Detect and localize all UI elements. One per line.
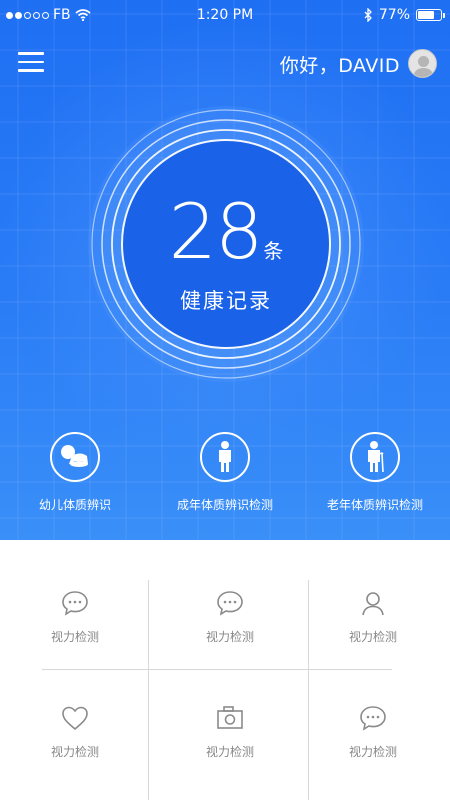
chat-bubble-icon (217, 591, 243, 616)
tool-grid: 视力检测 视力检测 视力检测 视力检测 视力检测 视力检测 (0, 540, 450, 800)
tool-vision-test-2[interactable]: 视力检测 (155, 588, 305, 698)
category-child[interactable]: 幼儿体质辨识 (0, 432, 150, 513)
tool-vision-test-6[interactable]: 视力检测 (298, 703, 448, 800)
bluetooth-icon (364, 8, 372, 22)
category-adult-label: 成年体质辨识检测 (176, 498, 273, 512)
status-right: 77% (364, 7, 445, 23)
chat-bubble-icon (62, 591, 88, 616)
tool-label: 视力检测 (205, 630, 254, 644)
chat-bubble-icon (360, 706, 386, 731)
record-count-unit: 条 (263, 239, 284, 263)
tool-label: 视力检测 (348, 745, 397, 759)
battery-percent: 77% (378, 7, 410, 23)
tool-vision-test-5[interactable]: 视力检测 (155, 703, 305, 800)
category-adult[interactable]: 成年体质辨识检测 (150, 432, 300, 513)
tool-label: 视力检测 (205, 745, 254, 759)
user-icon (362, 592, 384, 616)
tool-vision-test-3[interactable]: 视力检测 (298, 588, 448, 698)
record-count: 28 条 (86, 194, 366, 270)
avatar[interactable] (408, 49, 437, 78)
record-count-label: 健康记录 (180, 289, 272, 313)
battery-icon (416, 9, 445, 21)
heart-icon (62, 706, 88, 731)
health-record-summary[interactable]: 28 条 健康记录 (86, 104, 366, 384)
category-child-label: 幼儿体质辨识 (38, 498, 111, 512)
record-count-number: 28 (168, 187, 264, 276)
avatar-person-icon (418, 56, 429, 67)
hamburger-icon (18, 52, 44, 55)
battery-level (418, 11, 434, 19)
tool-label: 视力检测 (50, 630, 99, 644)
tool-vision-test-1[interactable]: 视力检测 (0, 588, 150, 698)
camera-icon (217, 706, 243, 729)
adult-icon (200, 432, 250, 482)
status-bar: FB 1:20 PM 77% (0, 0, 450, 32)
hero-panel: FB 1:20 PM 77% 你好，DAVID 28 条 健康记录 幼儿体质辨识… (0, 0, 450, 540)
category-elder-label: 老年体质辨识检测 (326, 498, 423, 512)
tool-label: 视力检测 (50, 745, 99, 759)
menu-button[interactable] (18, 52, 44, 74)
greeting-text: 你好，DAVID (279, 55, 400, 77)
baby-icon (50, 432, 100, 482)
tool-vision-test-4[interactable]: 视力检测 (0, 703, 150, 800)
elder-icon (350, 432, 400, 482)
category-elder[interactable]: 老年体质辨识检测 (300, 432, 450, 513)
tool-label: 视力检测 (348, 630, 397, 644)
